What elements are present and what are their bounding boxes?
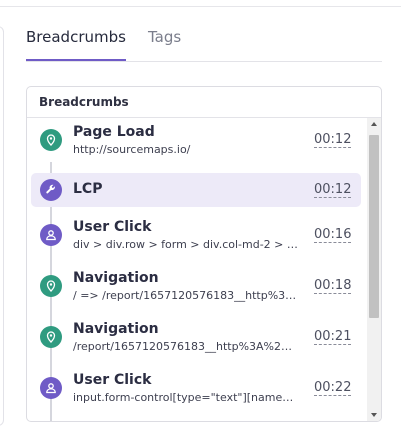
scroll-up-arrow-icon[interactable] <box>367 118 381 130</box>
item-subtitle: http://sourcemaps.io/ <box>73 143 191 156</box>
item-title: User Click <box>73 372 152 388</box>
item-time[interactable]: 00:18 <box>314 279 352 294</box>
item-subtitle: / => /report/1657120576183__http%3… <box>73 289 297 302</box>
left-panel-edge <box>0 26 4 426</box>
user-icon <box>40 377 62 399</box>
tabs-divider <box>26 61 382 62</box>
item-title: Navigation <box>73 270 159 286</box>
breadcrumb-list: Page Load http://sourcemaps.io/ 00:12 LC… <box>27 118 367 421</box>
breadcrumbs-panel: Breadcrumbs Page Load http://sourcemaps.… <box>26 86 382 422</box>
breadcrumb-item[interactable]: User Click input.form-control[type="text… <box>31 370 361 407</box>
item-subtitle: div > div.row > form > div.col-md-2 > bu… <box>73 238 301 251</box>
wrench-icon <box>40 179 62 201</box>
tab-bar: Breadcrumbs Tags <box>26 24 181 62</box>
tab-breadcrumbs[interactable]: Breadcrumbs <box>26 24 126 62</box>
item-title: Navigation <box>73 321 159 337</box>
breadcrumb-item[interactable]: User Click div > div.row > form > div.co… <box>31 217 361 254</box>
item-time[interactable]: 00:21 <box>314 330 352 345</box>
map-pin-icon <box>40 129 62 151</box>
item-title: Page Load <box>73 124 155 140</box>
item-time[interactable]: 00:12 <box>314 133 352 148</box>
map-pin-icon <box>40 275 62 297</box>
tab-tags[interactable]: Tags <box>148 24 181 62</box>
item-time[interactable]: 00:12 <box>314 183 352 198</box>
breadcrumb-item[interactable]: Navigation / => /report/1657120576183__h… <box>31 268 361 305</box>
top-border <box>0 6 401 7</box>
item-title: User Click <box>73 219 152 235</box>
breadcrumb-item[interactable]: LCP 00:12 <box>31 173 361 207</box>
breadcrumb-item[interactable]: Page Load http://sourcemaps.io/ 00:12 <box>31 122 361 159</box>
item-title: LCP <box>73 181 103 197</box>
user-icon <box>40 224 62 246</box>
panel-title: Breadcrumbs <box>39 95 129 109</box>
breadcrumb-item[interactable]: Navigation /report/1657120576183__http%3… <box>31 319 361 356</box>
map-pin-icon <box>40 326 62 348</box>
item-time[interactable]: 00:22 <box>314 381 352 396</box>
scrollbar-thumb[interactable] <box>369 135 379 318</box>
scroll-down-arrow-icon[interactable] <box>367 409 381 421</box>
scrollbar[interactable] <box>367 118 381 421</box>
item-subtitle: /report/1657120576183__http%3A%2… <box>73 340 292 353</box>
item-time[interactable]: 00:16 <box>314 228 352 243</box>
item-subtitle: input.form-control[type="text"][name=… <box>73 391 301 404</box>
